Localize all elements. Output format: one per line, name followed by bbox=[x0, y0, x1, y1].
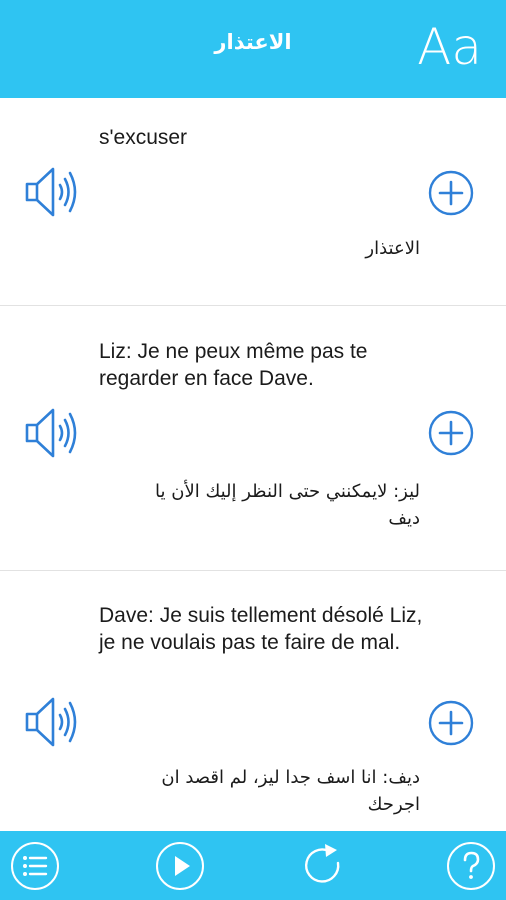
phrase-card: Liz: Je ne peux même pas te regarder en … bbox=[0, 306, 506, 571]
speaker-icon[interactable] bbox=[23, 402, 85, 464]
bottom-toolbar bbox=[0, 831, 506, 900]
add-phrase-button[interactable] bbox=[428, 170, 474, 216]
arabic-text: ديف: انا اسف جدا ليز، لم اقصد ان اجرحك bbox=[161, 767, 420, 815]
french-text: Dave: Je suis tellement désolé Liz, je n… bbox=[99, 604, 423, 654]
french-text: Liz: Je ne peux même pas te regarder en … bbox=[99, 340, 368, 390]
speaker-icon[interactable] bbox=[23, 691, 85, 753]
help-icon[interactable] bbox=[446, 841, 496, 891]
add-phrase-button[interactable] bbox=[428, 700, 474, 746]
french-text: s'excuser bbox=[99, 126, 188, 149]
phrase-card: s'excuser الاعتذار bbox=[0, 98, 506, 306]
phrase-card: Dave: Je suis tellement désolé Liz, je n… bbox=[0, 571, 506, 831]
font-size-button[interactable]: Aa bbox=[417, 18, 482, 76]
speaker-icon[interactable] bbox=[23, 161, 85, 223]
add-phrase-button[interactable] bbox=[428, 410, 474, 456]
arabic-text: ليز: لايمكنني حتى النظر إليك الأن يا ديف bbox=[155, 481, 420, 529]
arabic-text: الاعتذار bbox=[365, 238, 420, 259]
top-bar: الاعتذار Aa bbox=[0, 0, 506, 98]
play-icon[interactable] bbox=[155, 841, 205, 891]
repeat-icon[interactable] bbox=[300, 841, 350, 891]
list-icon[interactable] bbox=[10, 841, 60, 891]
